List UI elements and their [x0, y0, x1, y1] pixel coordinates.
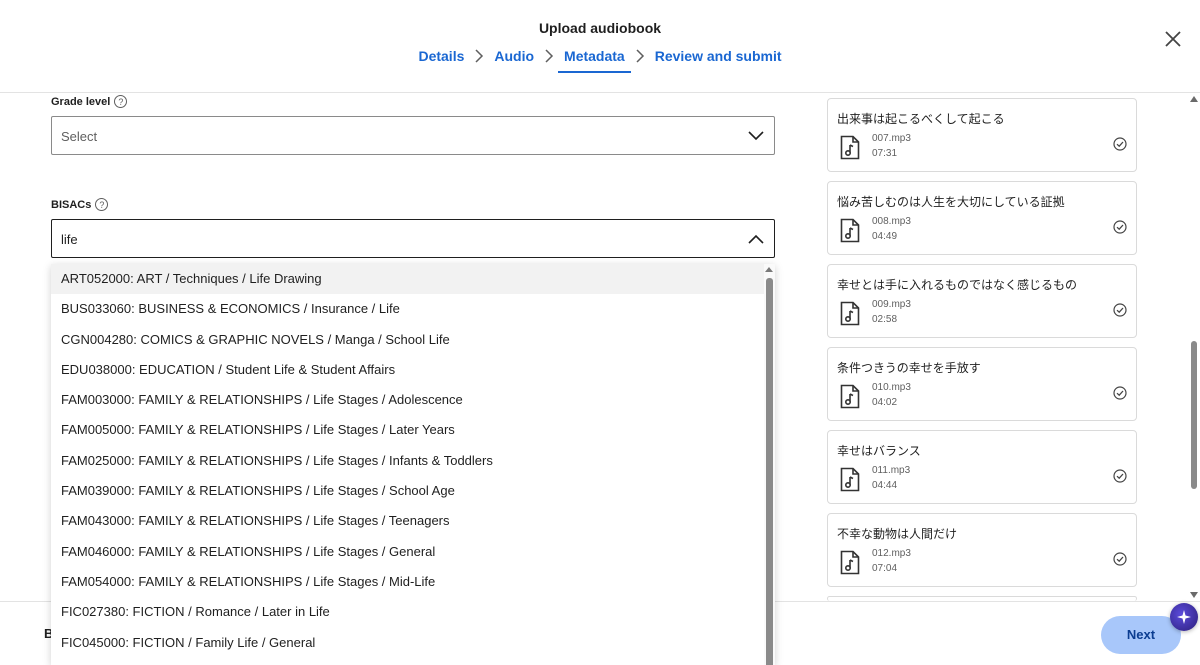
bisac-option[interactable]: FAM005000: FAMILY & RELATIONSHIPS / Life… [51, 415, 764, 445]
chapter-card[interactable]: 出来事は起こるべくして起こる 007.mp3 07:31 [827, 98, 1137, 172]
check-circle-icon [1113, 303, 1127, 317]
chevron-down-icon [748, 131, 764, 141]
chapter-title: 条件つきうの幸せを手放す [837, 361, 981, 375]
bisac-option[interactable]: FIC027380: FICTION / Romance / Later in … [51, 597, 764, 627]
chapter-title: 出来事は起こるべくして起こる [837, 112, 1005, 126]
chapter-title: 悩み苦しむのは人生を大切にしている証拠 [837, 195, 1065, 209]
sparkle-assistant-icon[interactable] [1170, 603, 1198, 631]
audio-file-icon [840, 135, 860, 160]
stepper-breadcrumb: Details Audio Metadata Review and submit [0, 47, 1200, 73]
chapter-title: 不幸な動物は人間だけ [837, 527, 958, 541]
chapter-title: 幸せはバランス [837, 444, 921, 458]
step-audio[interactable]: Audio [488, 47, 540, 73]
chevron-right-icon [633, 47, 647, 65]
audio-file-icon [840, 467, 860, 492]
close-icon[interactable] [1162, 28, 1184, 50]
bisacs-dropdown-list: ART052000: ART / Techniques / Life Drawi… [51, 264, 775, 665]
page-scrollbar[interactable] [1188, 93, 1200, 601]
bisac-option[interactable]: EDU038000: EDUCATION / Student Life & St… [51, 355, 764, 385]
dialog-header: Upload audiobook Details Audio Metadata … [0, 0, 1200, 93]
bisacs-label: BISACs ? [51, 198, 109, 211]
chapter-card[interactable]: 悩み苦しむのは人生を大切にしている証拠 008.mp3 04:49 [827, 181, 1137, 255]
chevron-up-icon[interactable] [748, 232, 764, 246]
bisacs-combobox[interactable]: life [51, 219, 775, 258]
help-icon[interactable]: ? [114, 95, 128, 108]
grade-level-label: Grade level ? [51, 95, 128, 108]
scroll-up-arrow-icon[interactable] [765, 267, 773, 272]
bisac-option[interactable]: FAM043000: FAMILY & RELATIONSHIPS / Life… [51, 506, 764, 536]
chapter-filename: 008.mp3 [872, 216, 911, 227]
chapter-duration: 07:04 [872, 563, 898, 574]
chapter-filename: 012.mp3 [872, 548, 911, 559]
bisac-option[interactable]: BUS033060: BUSINESS & ECONOMICS / Insura… [51, 294, 764, 324]
bisac-option[interactable]: FAM039000: FAMILY & RELATIONSHIPS / Life… [51, 476, 764, 506]
scroll-down-arrow-icon[interactable] [1190, 592, 1198, 598]
page-scroll-thumb[interactable] [1191, 341, 1197, 489]
check-circle-icon [1113, 469, 1127, 483]
audio-file-icon [840, 218, 860, 243]
step-review-and-submit[interactable]: Review and submit [649, 47, 788, 73]
scroll-up-arrow-icon[interactable] [1190, 96, 1198, 102]
step-details[interactable]: Details [412, 47, 470, 73]
chapter-title: 幸せとは手に入れるものではなく感じるもの [837, 278, 1078, 292]
audio-file-icon [840, 550, 860, 575]
chapter-duration: 04:44 [872, 480, 898, 491]
chevron-right-icon [542, 47, 556, 65]
next-button[interactable]: Next [1101, 616, 1181, 654]
bisac-option[interactable]: FAM054000: FAMILY & RELATIONSHIPS / Life… [51, 567, 764, 597]
dropdown-scrollbar[interactable] [764, 264, 775, 665]
help-icon[interactable]: ? [95, 198, 109, 211]
chapter-card[interactable]: 幸せはバランス 011.mp3 04:44 [827, 430, 1137, 504]
chapter-duration: 04:49 [872, 231, 898, 242]
chapter-filename: 007.mp3 [872, 133, 911, 144]
chapter-filename: 011.mp3 [872, 465, 911, 476]
audio-file-icon [840, 384, 860, 409]
check-circle-icon [1113, 552, 1127, 566]
grade-level-value: Select [61, 129, 98, 144]
bisac-option[interactable]: FIC045000: FICTION / Family Life / Gener… [51, 628, 764, 658]
dialog-title: Upload audiobook [538, 20, 662, 36]
chapter-card[interactable]: 幸せとは手に入れるものではなく感じるもの 009.mp3 02:58 [827, 264, 1137, 338]
check-circle-icon [1113, 220, 1127, 234]
bisac-option[interactable]: ART052000: ART / Techniques / Life Drawi… [51, 264, 764, 295]
step-metadata[interactable]: Metadata [558, 47, 631, 73]
bisacs-search-input[interactable]: life [61, 232, 721, 247]
chapter-card[interactable]: 条件つきうの幸せを手放す 010.mp3 04:02 [827, 347, 1137, 421]
dropdown-scroll-thumb[interactable] [766, 278, 773, 665]
chapter-duration: 04:02 [872, 397, 898, 408]
bisac-option[interactable]: FAM046000: FAMILY & RELATIONSHIPS / Life… [51, 537, 764, 567]
chapter-card[interactable]: 不幸な動物は人間だけ 012.mp3 07:04 [827, 513, 1137, 587]
chapter-duration: 02:58 [872, 314, 898, 325]
bisac-option[interactable]: FAM003000: FAMILY & RELATIONSHIPS / Life… [51, 385, 764, 415]
check-circle-icon [1113, 137, 1127, 151]
chapter-filename: 009.mp3 [872, 299, 911, 310]
chevron-right-icon [472, 47, 486, 65]
chapter-filename: 010.mp3 [872, 382, 911, 393]
check-circle-icon [1113, 386, 1127, 400]
grade-level-select[interactable]: Select [51, 116, 775, 155]
bisac-option[interactable]: CGN004280: COMICS & GRAPHIC NOVELS / Man… [51, 325, 764, 355]
bisac-option[interactable]: FAM025000: FAMILY & RELATIONSHIPS / Life… [51, 446, 764, 476]
chapter-duration: 07:31 [872, 148, 898, 159]
audio-file-icon [840, 301, 860, 326]
